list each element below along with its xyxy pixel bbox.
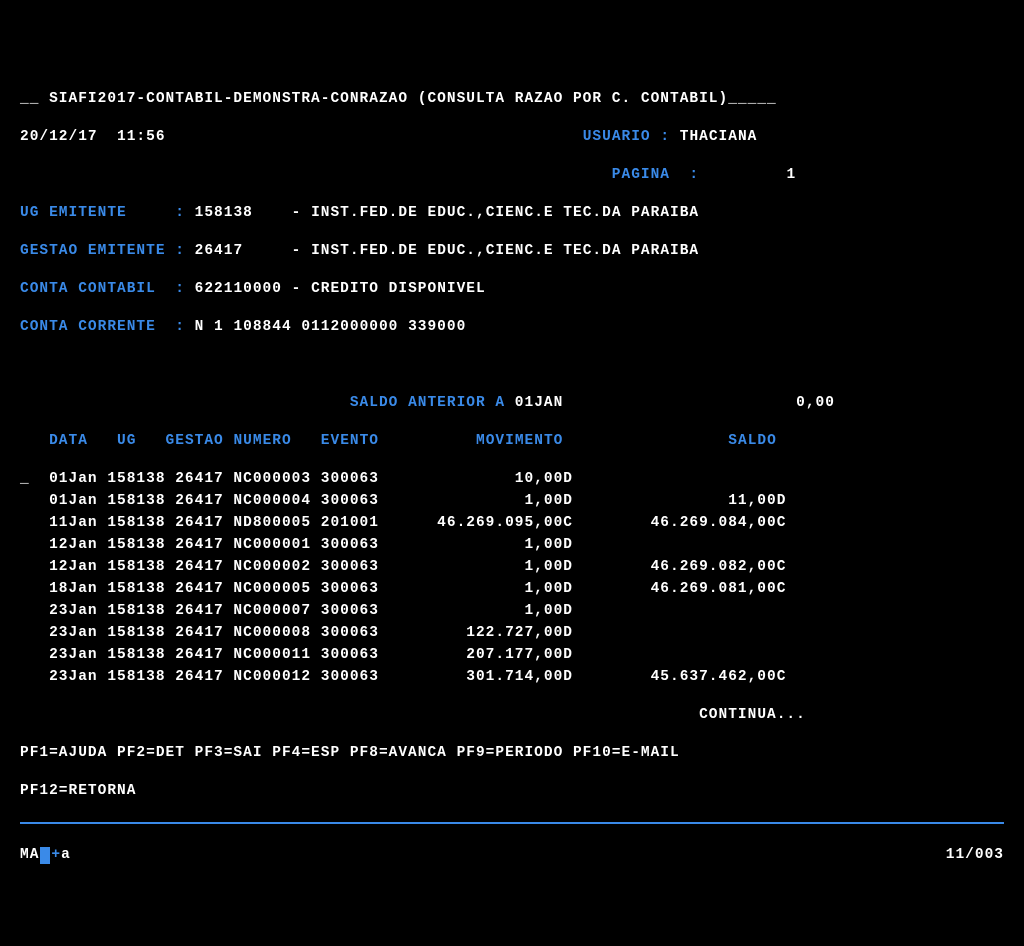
table-row[interactable]: 23Jan 158138 26417 NC000008 300063 122.7… — [20, 622, 1004, 644]
separator — [20, 822, 1004, 824]
status-cursor-block — [40, 847, 50, 864]
table-row[interactable]: 12Jan 158138 26417 NC000002 300063 1,00D… — [20, 556, 1004, 578]
table-row[interactable]: 12Jan 158138 26417 NC000001 300063 1,00D — [20, 534, 1004, 556]
screen-title: __ SIAFI2017-CONTABIL-DEMONSTRA-CONRAZAO… — [20, 88, 1004, 110]
pfkeys-line1: PF1=AJUDA PF2=DET PF3=SAI PF4=ESP PF8=AV… — [20, 742, 1004, 764]
table-row[interactable]: _ 01Jan 158138 26417 NC000003 300063 10,… — [20, 468, 1004, 490]
column-headers: DATA UG GESTAO NUMERO EVENTO MOVIMENTO S… — [20, 430, 1004, 452]
table-row[interactable]: 01Jan 158138 26417 NC000004 300063 1,00D… — [20, 490, 1004, 512]
status-bar: MA + a11/003 — [20, 844, 1004, 866]
table-row[interactable]: 18Jan 158138 26417 NC000005 300063 1,00D… — [20, 578, 1004, 600]
header-line3: PAGINA : 1 — [20, 164, 1004, 186]
table-row[interactable]: 23Jan 158138 26417 NC000012 300063 301.7… — [20, 666, 1004, 688]
pfkeys-line2: PF12=RETORNA — [20, 780, 1004, 802]
table-row[interactable]: 23Jan 158138 26417 NC000007 300063 1,00D — [20, 600, 1004, 622]
saldo-anterior: SALDO ANTERIOR A 01JAN 0,00 — [20, 392, 1004, 414]
header-line2: 20/12/17 11:56 USUARIO : THACIANA — [20, 126, 1004, 148]
ug-emitente: UG EMITENTE : 158138 - INST.FED.DE EDUC.… — [20, 202, 1004, 224]
conta-corrente: CONTA CORRENTE : N 1 108844 0112000000 3… — [20, 316, 1004, 338]
continua: CONTINUA... — [20, 704, 1004, 726]
table-row[interactable]: 23Jan 158138 26417 NC000011 300063 207.1… — [20, 644, 1004, 666]
gestao-emitente: GESTAO EMITENTE : 26417 - INST.FED.DE ED… — [20, 240, 1004, 262]
blank-line — [20, 354, 1004, 376]
conta-contabil: CONTA CONTABIL : 622110000 - CREDITO DIS… — [20, 278, 1004, 300]
table-row[interactable]: 11Jan 158138 26417 ND800005 201001 46.26… — [20, 512, 1004, 534]
